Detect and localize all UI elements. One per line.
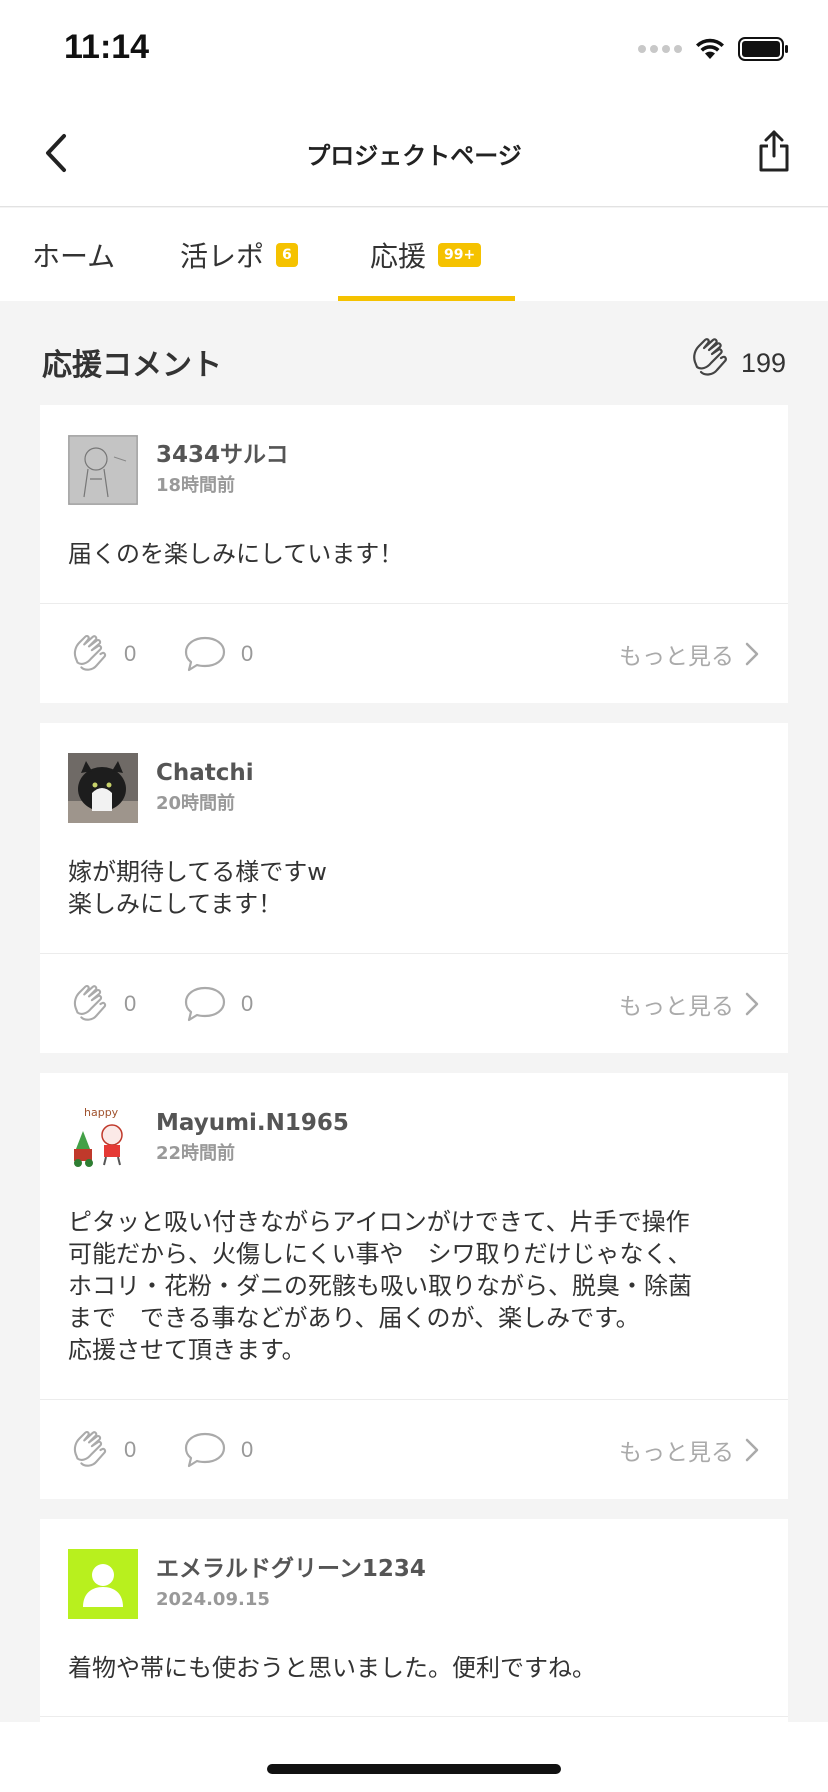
page-title: プロジェクトページ [306,142,522,170]
status-icons [638,36,790,62]
see-more-link[interactable]: もっと見る [619,955,760,1053]
clap-button[interactable]: 0 [68,605,136,703]
status-bar: 11:14 [0,0,828,100]
comment-text: 届くのを楽しみにしています！ [68,540,404,568]
comment-card: happy Mayumi.N1965 22時間前 ピタッと吸い付きながらアイロン… [40,1073,788,1499]
tab-label: ホーム [32,239,116,273]
clap-icon [693,338,727,376]
divider [40,953,788,954]
see-more-link[interactable]: もっと見る [619,605,760,703]
tab-support[interactable]: 応援 99+ [370,208,482,301]
status-time: 11:14 [64,28,150,66]
see-more-label: もっと見る [619,644,734,670]
clap-icon [73,635,107,671]
share-icon[interactable] [754,126,794,176]
chevron-right-icon [745,642,759,666]
comment-actions: 0 0 もっと見る [40,955,788,1053]
clap-count: 0 [124,991,137,1016]
user-name[interactable]: エメラルドグリーン1234 [156,1553,426,1585]
divider [40,1399,788,1400]
comment-card: 3434サルコ 18時間前 届くのを楽しみにしています！ 0 0 もっと見る [40,405,788,703]
user-name[interactable]: 3434サルコ [156,439,289,471]
battery-icon [738,37,788,61]
default-avatar-icon[interactable] [68,1549,138,1619]
clap-icon [73,985,107,1021]
clap-count: 0 [124,641,137,666]
active-tab-indicator [338,296,515,301]
comment-text: ピタッと吸い付きながらアイロンがけできて、片手で操作 可能だから、火傷しにくい事… [68,1208,692,1364]
user-name[interactable]: Mayumi.N1965 [156,1107,349,1139]
tab-badge: 99+ [438,242,482,267]
comment-card: Chatchi 20時間前 嫁が期待してる様ですw 楽しみにしてます！ 0 0 … [40,723,788,1053]
clap-icon [73,1431,107,1467]
reply-count: 0 [241,641,254,666]
chevron-right-icon [745,992,759,1016]
clap-count: 199 [740,347,786,378]
tab-activity-report[interactable]: 活レポ 6 [180,208,298,301]
speech-bubble-icon [184,986,226,1022]
comment-card: エメラルドグリーン1234 2024.09.15 着物や帯にも使おうと思いました… [40,1519,788,1722]
comment-actions: 0 0 もっと見る [40,1401,788,1499]
clap-button[interactable]: 0 [68,1401,136,1499]
avatar[interactable]: happy [68,1103,138,1173]
home-indicator-area [0,1722,828,1792]
tab-label: 活レポ [180,239,265,273]
tab-home[interactable]: ホーム [32,208,115,301]
reply-button[interactable]: 0 [183,1401,253,1499]
divider [40,603,788,604]
see-more-link[interactable]: もっと見る [619,1401,760,1499]
reply-count: 0 [241,1437,254,1462]
comment-time: 18時間前 [156,475,236,496]
comment-time: 20時間前 [156,793,236,814]
reply-count: 0 [241,991,254,1016]
nav-header: プロジェクトページ [0,100,828,207]
reply-button[interactable]: 0 [183,955,253,1053]
tab-badge: 6 [276,242,298,267]
see-more-label: もっと見る [619,1440,734,1466]
avatar[interactable] [68,753,138,823]
tab-label: 応援 [370,239,427,273]
speech-bubble-icon [184,636,226,672]
clap-count: 0 [124,1437,137,1462]
clap-button[interactable]: 0 [68,955,136,1053]
home-indicator[interactable] [267,1764,561,1774]
comment-actions: 0 0 もっと見る [40,605,788,703]
cellular-signal-icon [638,45,682,53]
tab-bar: ホーム 活レポ 6 応援 99+ [0,208,828,301]
avatar[interactable] [68,435,138,505]
section-title: 応援コメント [42,348,222,383]
user-name[interactable]: Chatchi [156,757,254,789]
see-more-label: もっと見る [619,994,734,1020]
comment-text: 着物や帯にも使おうと思いました。便利ですね。 [68,1654,596,1682]
section-clap-count: 199 [687,336,786,380]
chevron-right-icon [745,1438,759,1462]
comment-time: 2024.09.15 [156,1589,270,1610]
reply-button[interactable]: 0 [183,605,253,703]
comment-time: 22時間前 [156,1143,236,1164]
wifi-icon [696,38,724,59]
comment-text: 嫁が期待してる様ですw 楽しみにしてます！ [68,858,327,918]
speech-bubble-icon [184,1432,226,1468]
divider [40,1716,788,1717]
avatar-text: happy [84,1106,119,1119]
